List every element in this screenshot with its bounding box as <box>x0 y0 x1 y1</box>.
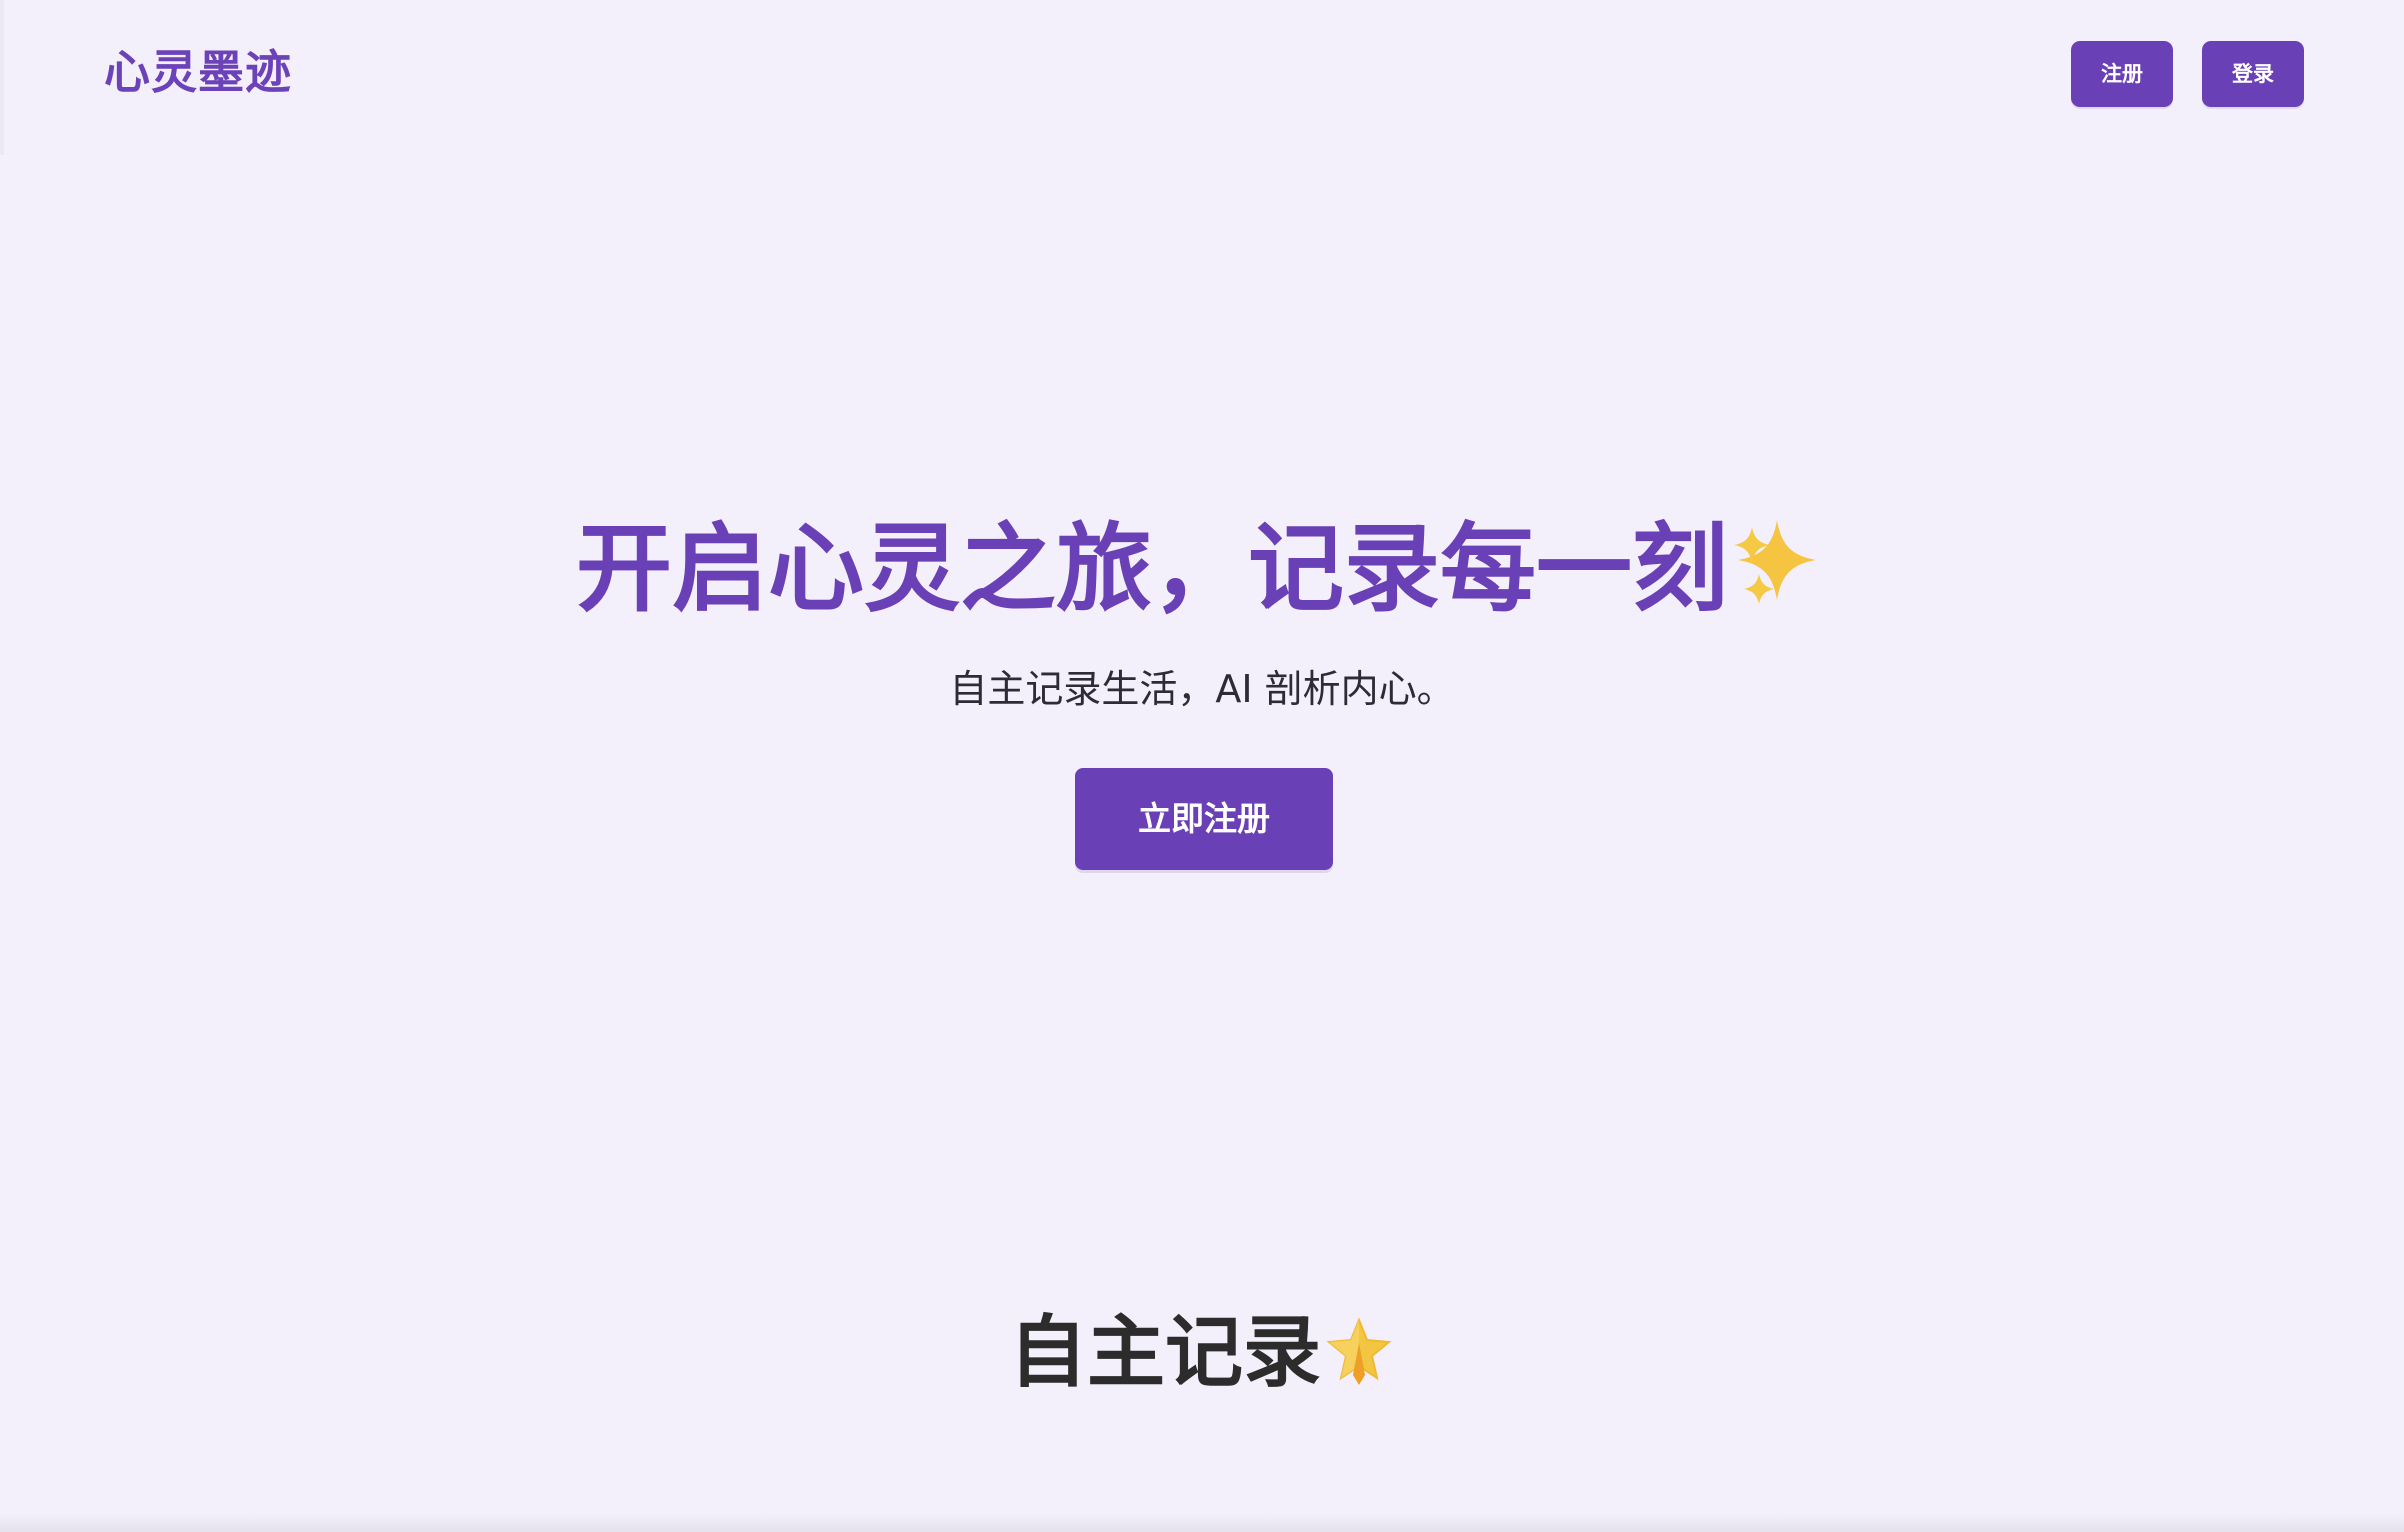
register-button[interactable]: 注册 <box>2071 41 2173 107</box>
landing-page: 心灵墨迹 注册 登录 开启心灵之旅，记录每一刻 自主记录生活，AI 剖析内心。 … <box>0 0 2404 1532</box>
hero-title-text: 开启心灵之旅，记录每一刻 <box>576 513 1728 626</box>
brand-logo[interactable]: 心灵墨迹 <box>104 42 292 102</box>
top-header: 心灵墨迹 注册 登录 <box>0 0 2404 150</box>
hero-title: 开启心灵之旅，记录每一刻 <box>560 504 1850 634</box>
bottom-edge-shadow <box>0 1514 2404 1532</box>
login-button[interactable]: 登录 <box>2202 41 2304 107</box>
sparkles-icon <box>1730 512 1834 616</box>
section-title-text: 自主记录 <box>1008 1307 1321 1398</box>
section-title: 自主记录 <box>930 1293 1474 1413</box>
register-now-button[interactable]: 立即注册 <box>1075 768 1333 870</box>
star-icon <box>1323 1301 1395 1385</box>
hero-subtitle: 自主记录生活，AI 剖析内心。 <box>949 667 1455 711</box>
